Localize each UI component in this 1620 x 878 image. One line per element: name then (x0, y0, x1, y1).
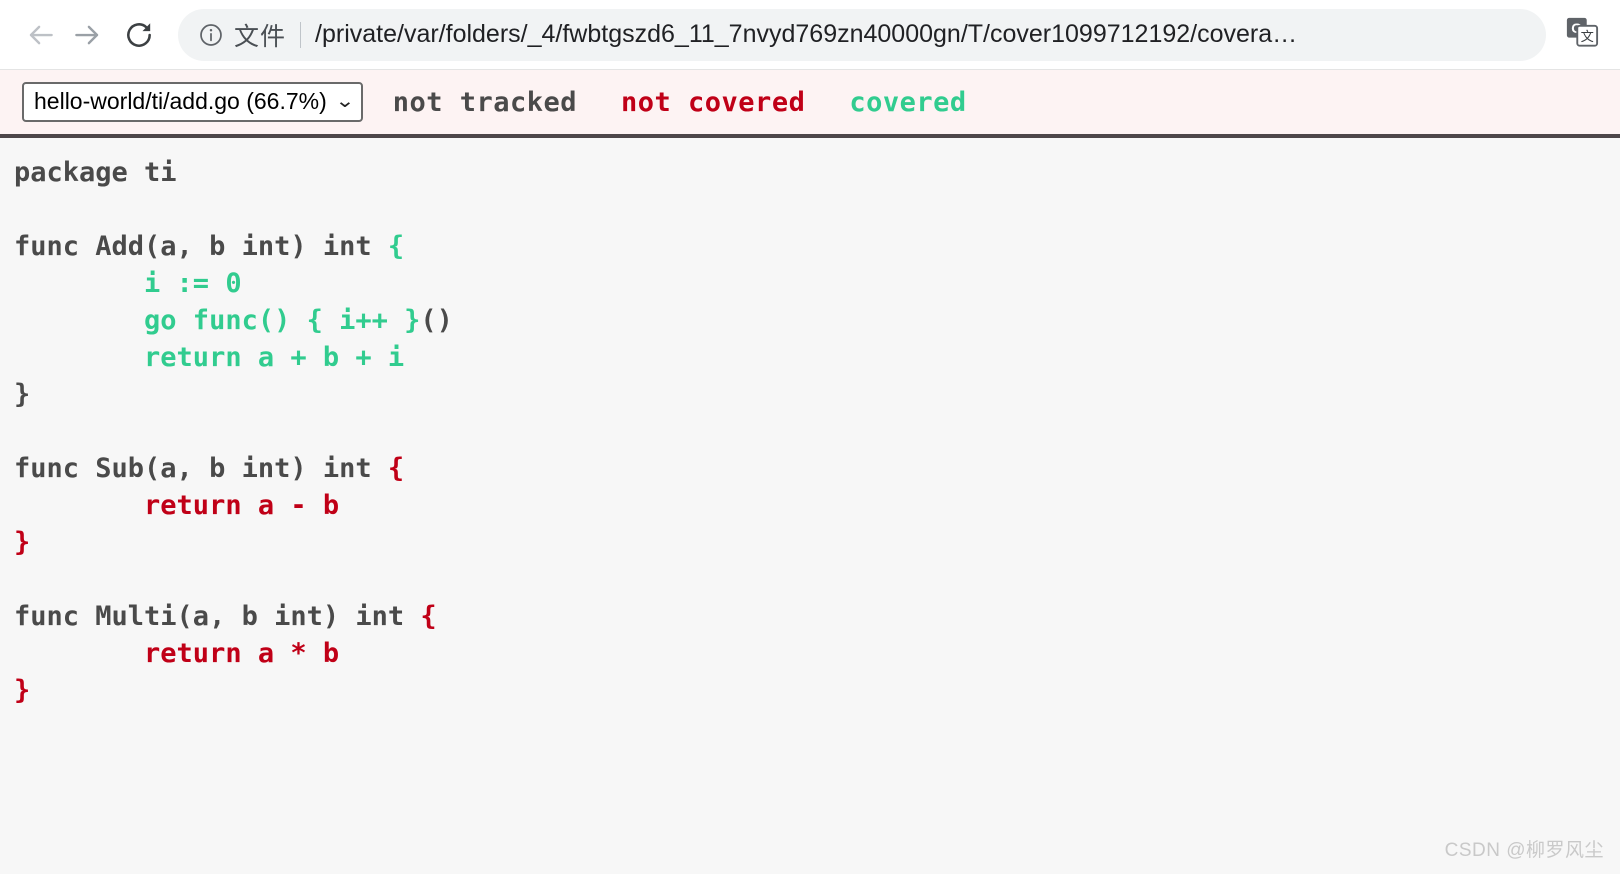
code-segment: () (420, 305, 453, 336)
code-segment: func Add(a, b int) int (14, 231, 388, 262)
omnibox-divider (300, 21, 302, 48)
svg-text:文: 文 (1581, 29, 1594, 45)
reload-button[interactable] (116, 12, 162, 58)
code-segment: } (14, 527, 31, 558)
url-text[interactable]: /private/var/folders/_4/fwbtgszd6_11_7nv… (315, 20, 1526, 49)
coverage-header: hello-world/ti/add.go (66.7%) ⌄ not trac… (0, 70, 1620, 138)
code-segment: } (14, 675, 31, 706)
source-code: package ti func Add(a, b int) int { i :=… (14, 154, 1620, 709)
code-segment: { (387, 453, 405, 484)
code-segment: package ti (14, 157, 177, 188)
code-segment: func Multi(a, b int) int (14, 601, 421, 632)
coverage-legend: not tracked not covered covered (393, 87, 967, 118)
code-segment: } (14, 379, 31, 410)
legend-not-tracked: not tracked (392, 86, 578, 118)
forward-button[interactable] (64, 12, 110, 58)
url-scheme-label: 文件 (234, 22, 287, 51)
legend-not-covered: not covered (621, 86, 806, 118)
back-button[interactable] (18, 12, 64, 58)
code-segment: go func() { i++ } (14, 305, 421, 336)
file-select[interactable]: hello-world/ti/add.go (66.7%) ⌄ (22, 82, 363, 122)
watermark: CSDN @柳罗风尘 (1444, 840, 1604, 861)
code-segment: { (387, 231, 405, 262)
info-circle-icon[interactable] (198, 22, 224, 48)
chevron-down-icon: ⌄ (334, 90, 355, 112)
coverage-code-pane: package ti func Add(a, b int) int { i :=… (0, 138, 1620, 874)
legend-covered: covered (849, 86, 967, 118)
arrow-right-icon (72, 20, 102, 50)
code-segment: return a + b + i (14, 342, 405, 373)
omnibox[interactable]: 文件 /private/var/folders/_4/fwbtgszd6_11_… (178, 8, 1546, 61)
code-segment: return a - b (14, 490, 340, 521)
code-segment: i := 0 (14, 268, 242, 299)
file-select-value: hello-world/ti/add.go (66.7%) (34, 88, 327, 115)
google-translate-icon: G 文 (1565, 15, 1599, 54)
translate-button[interactable]: G 文 (1558, 11, 1606, 59)
arrow-left-icon (26, 20, 56, 50)
browser-chrome: 文件 /private/var/folders/_4/fwbtgszd6_11_… (0, 0, 1620, 70)
reload-icon (123, 19, 155, 51)
code-segment: func Sub(a, b int) int (14, 453, 388, 484)
code-segment: { (420, 601, 437, 632)
code-segment: return a * b (14, 638, 340, 669)
